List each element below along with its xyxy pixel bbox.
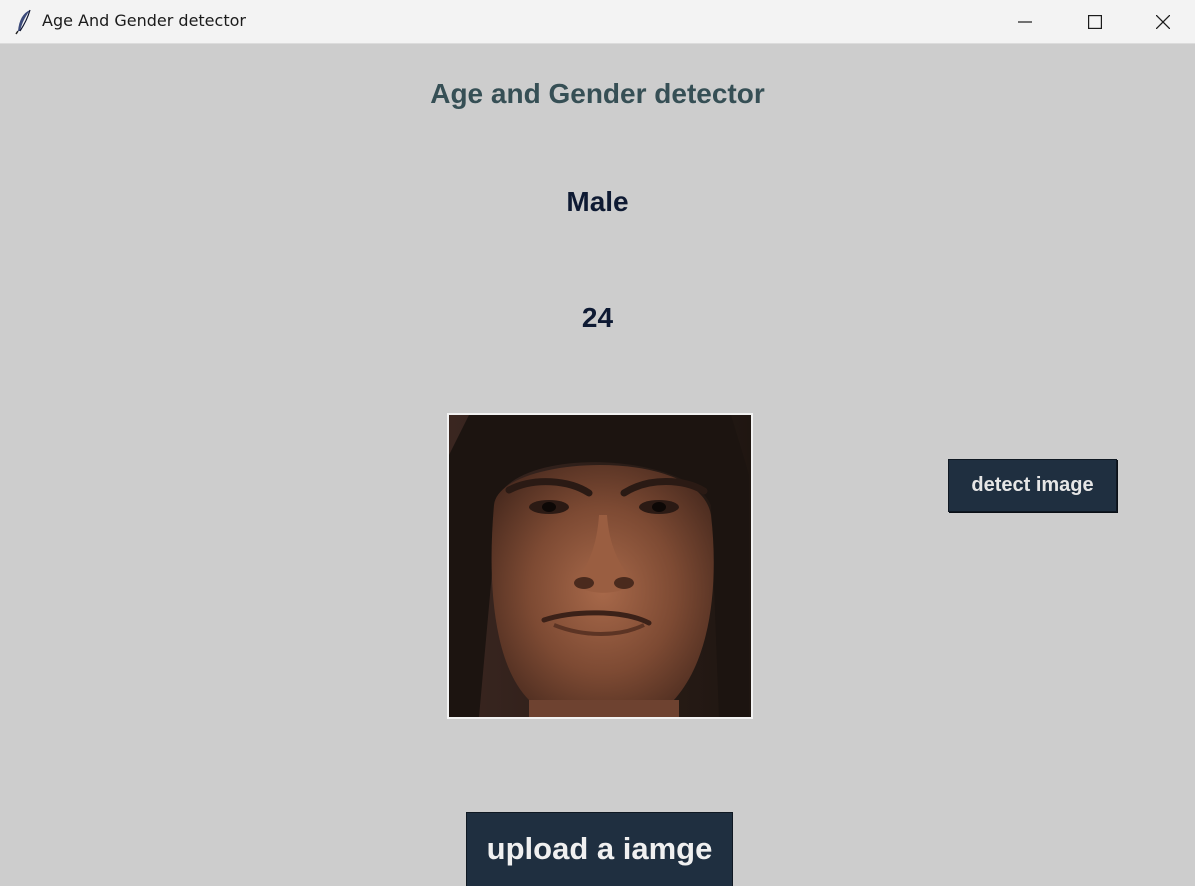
app-window: Age And Gender detector Age and Gender d…: [0, 0, 1195, 886]
face-portrait: [449, 415, 751, 717]
gender-result: Male: [566, 186, 629, 217]
close-button[interactable]: [1130, 0, 1195, 44]
maximize-button[interactable]: [1060, 0, 1130, 44]
age-result: 24: [581, 302, 614, 333]
app-heading: Age and Gender detector: [430, 78, 765, 109]
close-icon: [1156, 15, 1170, 29]
upload-image-button[interactable]: upload a iamge: [466, 812, 733, 886]
title-bar[interactable]: Age And Gender detector: [0, 0, 1195, 44]
feather-icon: [14, 9, 34, 35]
detect-image-button[interactable]: detect image: [948, 459, 1117, 512]
minimize-button[interactable]: [990, 0, 1060, 44]
uploaded-photo: [447, 413, 753, 719]
maximize-icon: [1088, 15, 1102, 29]
minimize-icon: [1018, 21, 1032, 23]
window-title: Age And Gender detector: [42, 11, 246, 30]
